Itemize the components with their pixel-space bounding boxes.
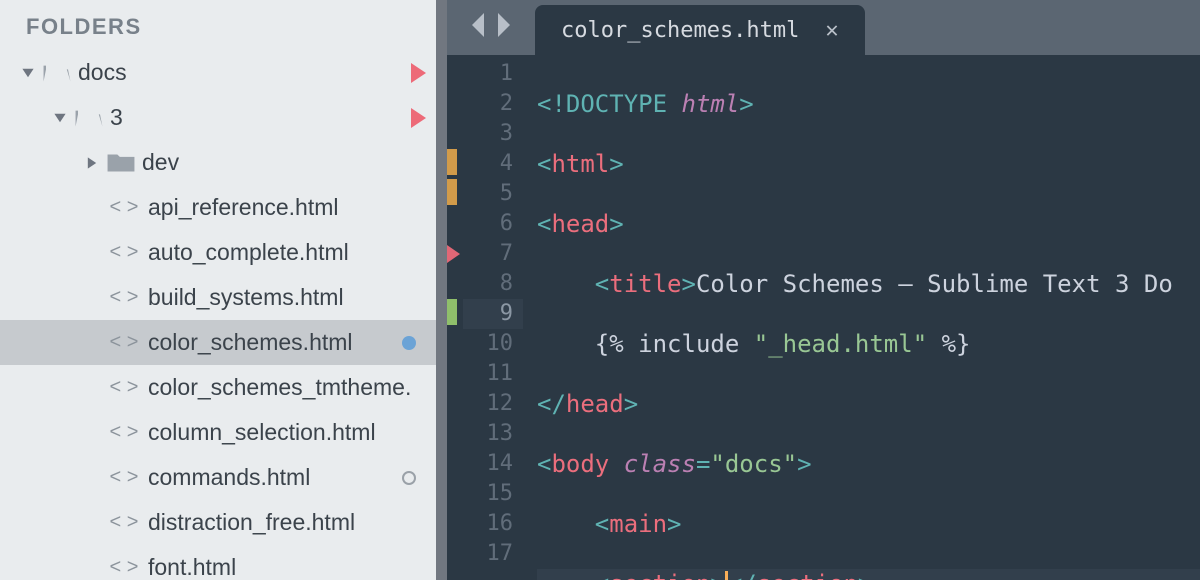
folder-docs[interactable]: docs	[0, 50, 436, 95]
diff-deleted-icon	[447, 245, 460, 263]
file-name: build_systems.html	[148, 284, 344, 311]
code-file-icon: < >	[100, 466, 148, 489]
file-name: color_schemes_tmtheme.	[148, 374, 411, 401]
chevron-down-icon	[14, 66, 42, 80]
folder-label: docs	[78, 59, 127, 86]
file-item[interactable]: < > color_schemes_tmtheme.	[0, 365, 436, 410]
file-name: commands.html	[148, 464, 310, 491]
file-item[interactable]: < > build_systems.html	[0, 275, 436, 320]
folder-3[interactable]: 3	[0, 95, 436, 140]
active-tab[interactable]: color_schemes.html ✕	[535, 5, 865, 55]
file-name: color_schemes.html	[148, 329, 353, 356]
tab-bar: color_schemes.html ✕	[447, 0, 1200, 55]
sidebar: FOLDERS docs 3	[0, 0, 447, 580]
code-file-icon: < >	[100, 331, 148, 354]
file-name: font.html	[148, 554, 236, 580]
folder-open-icon	[42, 62, 78, 84]
bookmark-icon	[411, 108, 426, 128]
file-item[interactable]: < > font.html	[0, 545, 436, 580]
code-file-icon: < >	[100, 556, 148, 579]
code-file-icon: < >	[100, 241, 148, 264]
gutter-markers	[447, 55, 463, 580]
tab-title: color_schemes.html	[561, 18, 799, 43]
code-area[interactable]: 1234 5678 9101112 1314151617 <!DOCTYPE h…	[447, 55, 1200, 580]
chevron-down-icon	[46, 111, 74, 125]
file-item[interactable]: < > distraction_free.html	[0, 500, 436, 545]
file-item[interactable]: < > commands.html	[0, 455, 436, 500]
bookmark-icon	[411, 63, 426, 83]
file-item[interactable]: < > auto_complete.html	[0, 230, 436, 275]
nav-forward-icon[interactable]	[495, 13, 513, 43]
folder-open-icon	[74, 107, 110, 129]
diff-modified-icon	[447, 179, 457, 205]
nav-back-icon[interactable]	[469, 13, 487, 43]
code-file-icon: < >	[100, 421, 148, 444]
line-numbers: 1234 5678 9101112 1314151617	[463, 55, 523, 580]
code-content[interactable]: <!DOCTYPE html> <html> <head> <title>Col…	[523, 55, 1200, 580]
editor-pane: color_schemes.html ✕ 1234 5678 9101112 1…	[447, 0, 1200, 580]
diff-modified-icon	[447, 149, 457, 175]
code-file-icon: < >	[100, 286, 148, 309]
folder-tree: docs 3 dev < > api_reference.html	[0, 50, 436, 580]
code-file-icon: < >	[100, 196, 148, 219]
folder-label: 3	[110, 104, 123, 131]
folder-icon	[106, 152, 142, 174]
chevron-right-icon	[78, 156, 106, 170]
nav-arrows	[447, 13, 535, 55]
diff-added-icon	[447, 299, 457, 325]
folder-dev[interactable]: dev	[0, 140, 436, 185]
file-name: distraction_free.html	[148, 509, 355, 536]
close-icon[interactable]: ✕	[825, 18, 838, 43]
file-item[interactable]: < > column_selection.html	[0, 410, 436, 455]
code-file-icon: < >	[100, 511, 148, 534]
folders-header: FOLDERS	[0, 0, 436, 50]
dirty-indicator-icon	[402, 336, 416, 350]
open-indicator-icon	[402, 471, 416, 485]
folder-label: dev	[142, 149, 179, 176]
file-name: auto_complete.html	[148, 239, 349, 266]
file-item[interactable]: < > api_reference.html	[0, 185, 436, 230]
file-item-selected[interactable]: < > color_schemes.html	[0, 320, 436, 365]
file-name: api_reference.html	[148, 194, 339, 221]
code-file-icon: < >	[100, 376, 148, 399]
file-name: column_selection.html	[148, 419, 376, 446]
